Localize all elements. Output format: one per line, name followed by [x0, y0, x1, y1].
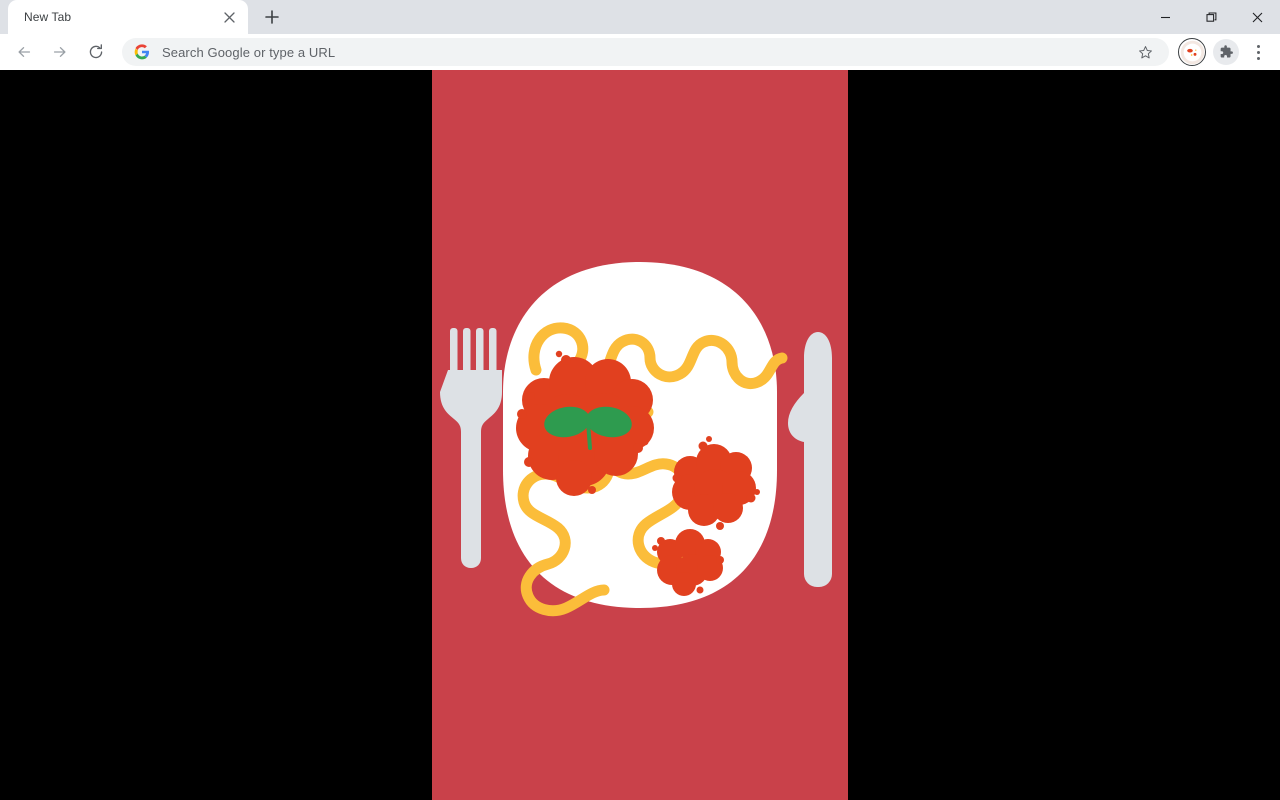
google-g-icon — [134, 44, 150, 60]
browser-tab-new-tab[interactable]: New Tab — [8, 0, 248, 34]
tab-strip: New Tab — [0, 0, 1280, 34]
omnibox[interactable]: Search Google or type a URL — [122, 38, 1169, 66]
avatar-plate-icon — [1180, 40, 1204, 64]
arrow-right-icon — [53, 47, 66, 57]
close-icon — [1252, 12, 1262, 22]
three-dot-menu-icon — [1256, 50, 1260, 54]
bookmark-star-icon[interactable] — [1131, 38, 1159, 66]
page-content — [0, 70, 1280, 800]
chrome-menu-button[interactable] — [1245, 38, 1271, 66]
back-button[interactable] — [10, 38, 38, 66]
arrow-left-icon — [18, 47, 31, 57]
omnibox-placeholder: Search Google or type a URL — [162, 44, 336, 60]
browser-toolbar: Search Google or type a URL — [0, 34, 1280, 70]
forward-button[interactable] — [46, 38, 74, 66]
new-tab-button[interactable] — [258, 3, 286, 31]
reload-icon — [89, 44, 103, 59]
browser-window: New Tab Search Google or type a URL — [0, 0, 1280, 800]
omnibox-trailing-actions — [1131, 38, 1159, 66]
window-maximize-button[interactable] — [1188, 0, 1234, 34]
three-dot-menu-icon — [1256, 56, 1260, 60]
window-controls — [1142, 0, 1280, 34]
reload-button[interactable] — [82, 38, 110, 66]
minimize-icon — [1160, 16, 1170, 18]
maximize-icon — [1205, 11, 1216, 22]
tab-title: New Tab — [24, 10, 72, 24]
spaghetti-artwork-svg — [432, 70, 848, 800]
spaghetti-plate-illustration — [432, 70, 848, 800]
extensions-button[interactable] — [1213, 39, 1239, 65]
window-minimize-button[interactable] — [1142, 0, 1188, 34]
window-close-button[interactable] — [1234, 0, 1280, 34]
plus-icon — [265, 10, 279, 24]
three-dot-menu-icon — [1256, 44, 1260, 48]
profile-avatar[interactable] — [1178, 38, 1206, 66]
tab-close-icon[interactable] — [218, 6, 240, 28]
puzzle-icon — [1220, 45, 1233, 58]
